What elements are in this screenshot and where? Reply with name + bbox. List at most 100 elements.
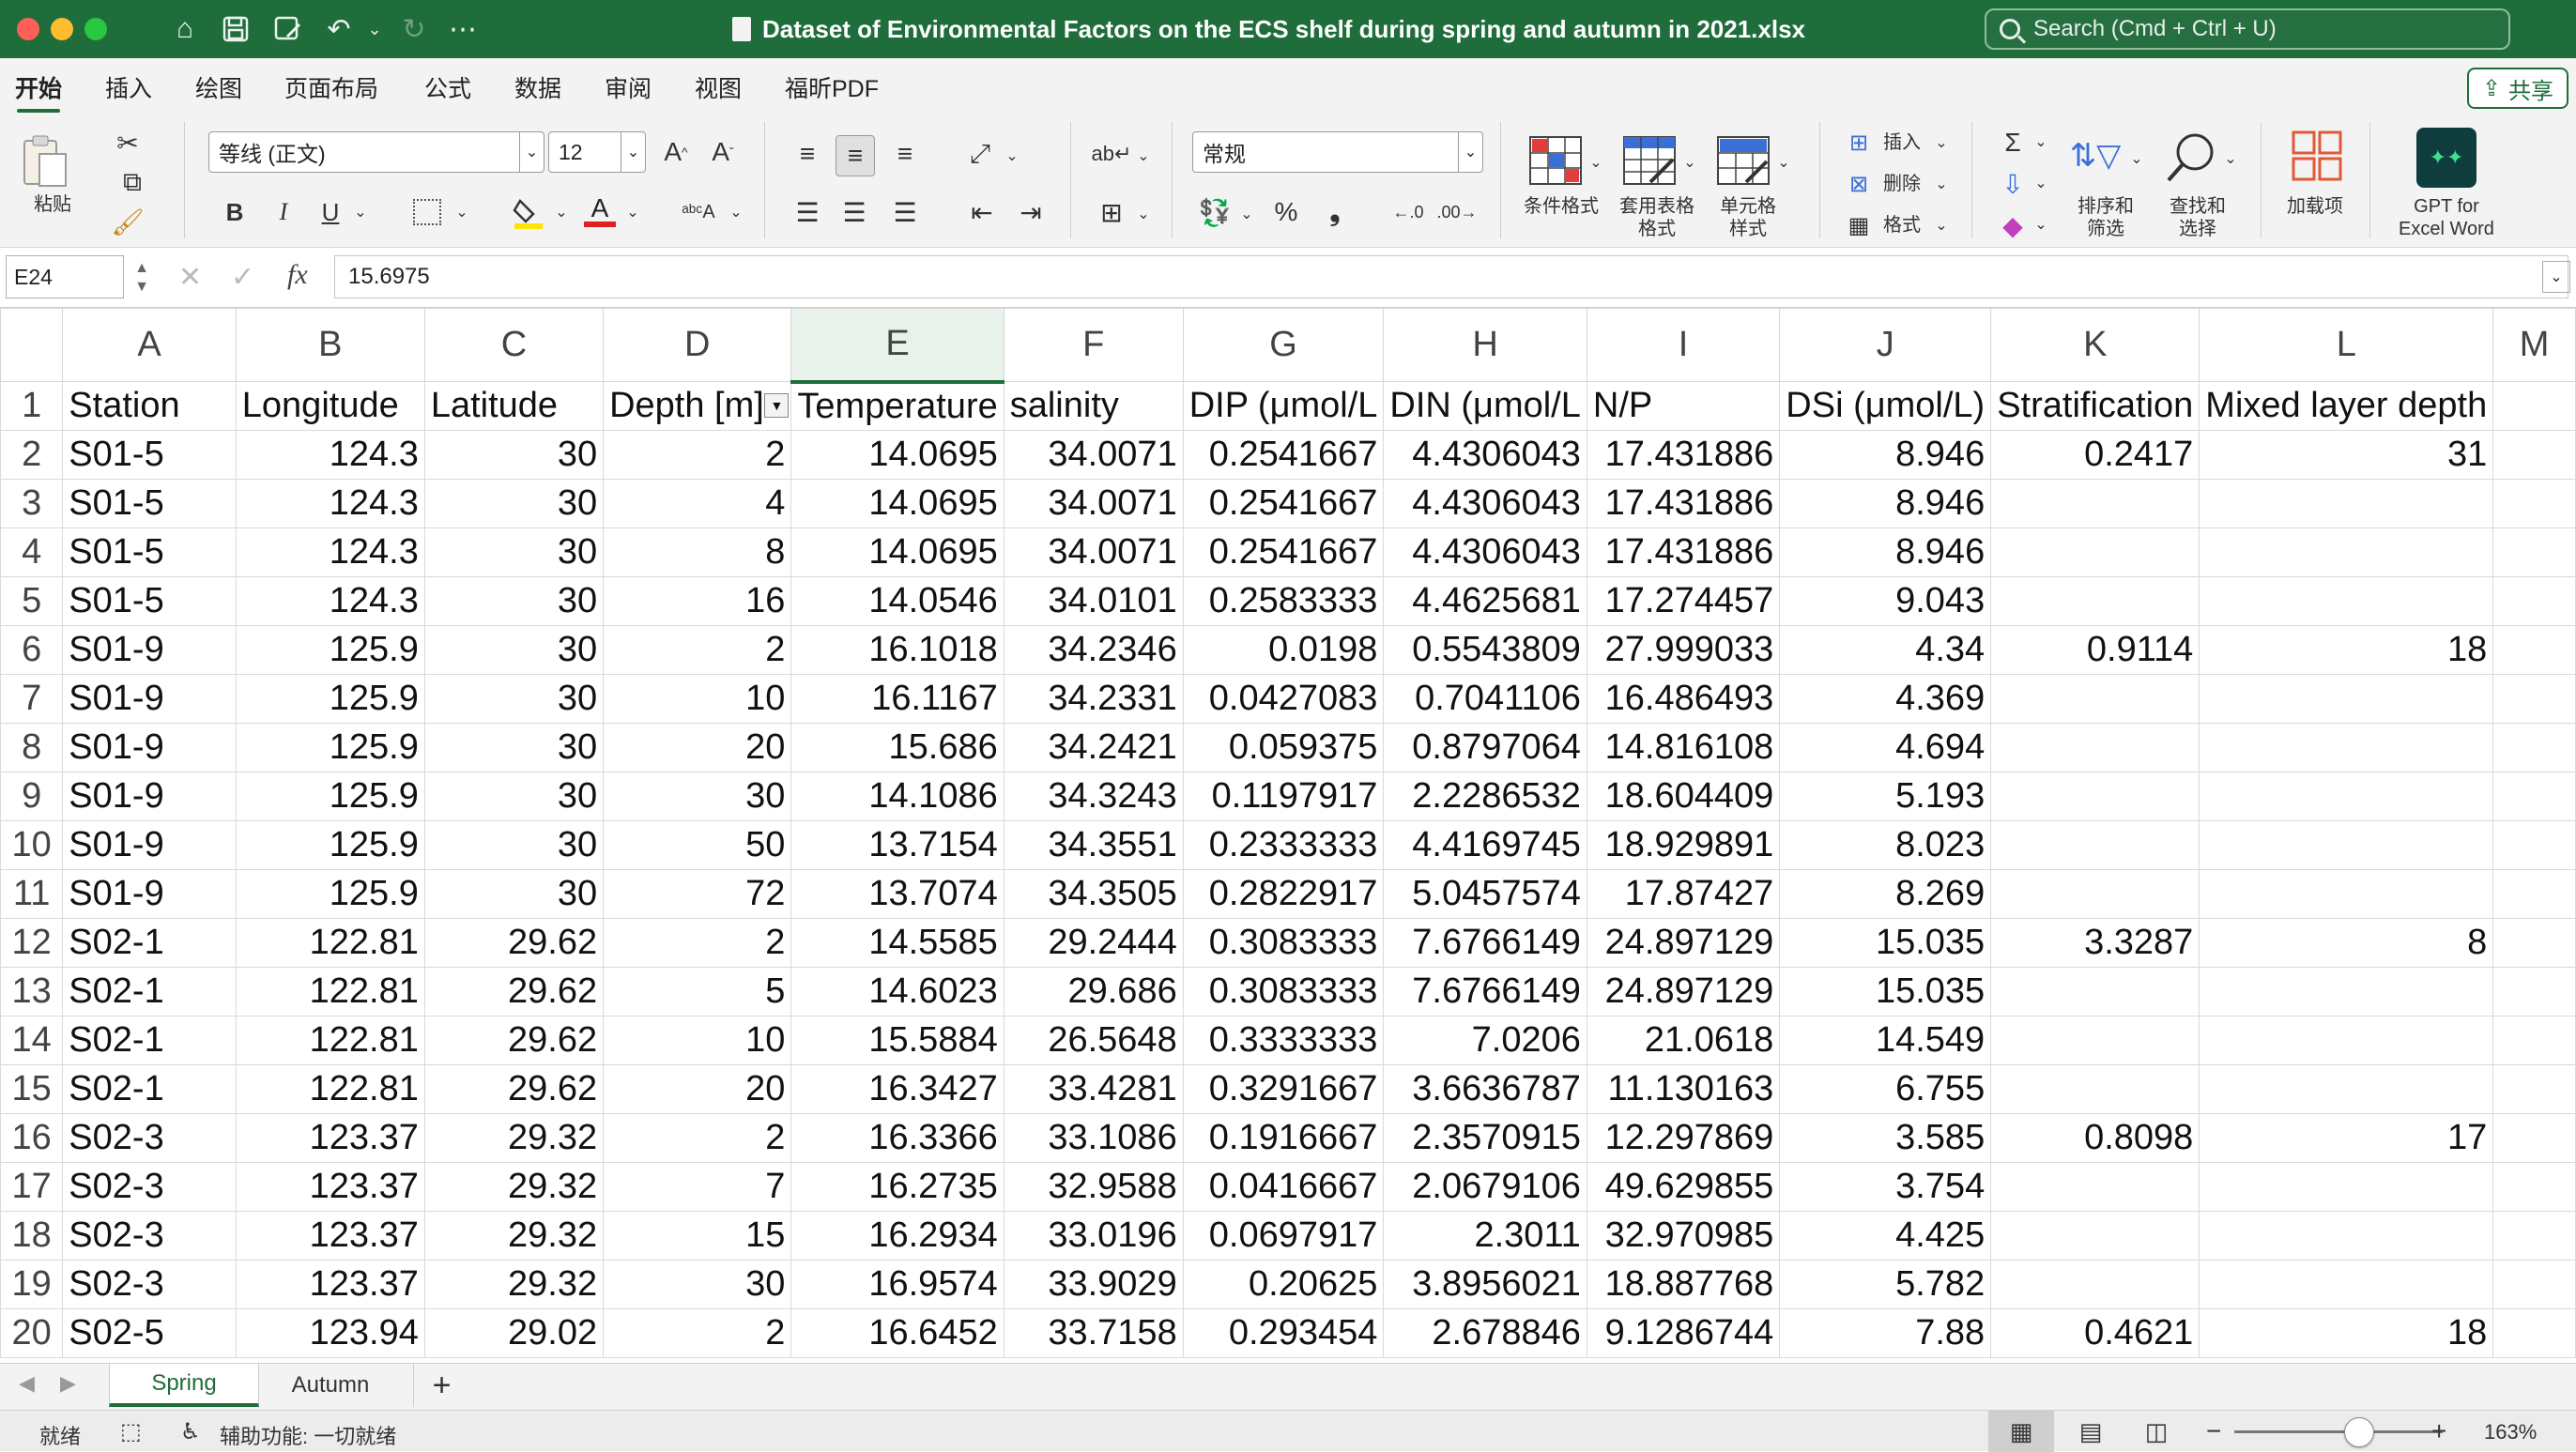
- cell-h9[interactable]: 2.2286532: [1383, 772, 1587, 821]
- cell-i8[interactable]: 14.816108: [1586, 723, 1781, 772]
- column-header-i[interactable]: I: [1586, 308, 1781, 382]
- phonetic-icon[interactable]: ᵃᵇᶜA: [678, 193, 719, 231]
- cell-f3[interactable]: 34.0071: [1003, 479, 1184, 528]
- chevron-down-icon[interactable]: ⌄: [1132, 137, 1155, 175]
- cell-l9[interactable]: [2199, 772, 2494, 821]
- cell-j10[interactable]: 8.023: [1779, 820, 1992, 870]
- cell-g12[interactable]: 0.3083333: [1182, 918, 1385, 968]
- cell-h11[interactable]: 5.0457574: [1383, 869, 1587, 919]
- cell-e18[interactable]: 16.2934: [790, 1211, 1004, 1261]
- cell-b12[interactable]: 122.81: [235, 918, 425, 968]
- cell-i15[interactable]: 11.130163: [1586, 1064, 1781, 1114]
- cell-m19[interactable]: [2492, 1260, 2576, 1309]
- cell-f5[interactable]: 34.0101: [1003, 576, 1184, 626]
- text-orientation-icon[interactable]: ⤢: [961, 135, 999, 173]
- normal-view-button[interactable]: ▦: [1988, 1411, 2054, 1452]
- cell-c11[interactable]: 30: [423, 869, 605, 919]
- cell-g3[interactable]: 0.2541667: [1182, 479, 1385, 528]
- cell-l3[interactable]: [2199, 479, 2494, 528]
- cell-l19[interactable]: [2199, 1260, 2494, 1309]
- row-header[interactable]: 6: [0, 625, 64, 675]
- cell-b17[interactable]: 123.37: [235, 1162, 425, 1212]
- cell-b1[interactable]: Longitude: [235, 381, 425, 431]
- cell-k9[interactable]: [1990, 772, 2200, 821]
- cell-g1[interactable]: DIP (μmol/L: [1182, 381, 1385, 431]
- cell-j17[interactable]: 3.754: [1779, 1162, 1992, 1212]
- accessibility-status[interactable]: 辅助功能: 一切就绪: [220, 1420, 396, 1450]
- clear-icon[interactable]: ◆: [1994, 208, 2032, 242]
- chevron-down-icon[interactable]: ⌄: [1587, 148, 1605, 176]
- cell-styles-icon[interactable]: [1716, 135, 1771, 186]
- cell-m12[interactable]: [2492, 918, 2576, 968]
- cell-g13[interactable]: 0.3083333: [1182, 967, 1385, 1016]
- macro-record-icon[interactable]: ⬚: [120, 1418, 142, 1445]
- cell-k4[interactable]: [1990, 527, 2200, 577]
- gpt-addin-icon[interactable]: ✦✦: [2416, 128, 2476, 188]
- cell-e8[interactable]: 15.686: [790, 723, 1004, 772]
- chevron-down-icon[interactable]: ⌄: [2032, 169, 2050, 197]
- cell-e19[interactable]: 16.9574: [790, 1260, 1004, 1309]
- cell-i14[interactable]: 21.0618: [1586, 1016, 1781, 1065]
- undo-icon[interactable]: ↶: [319, 9, 359, 49]
- zoom-in-button[interactable]: +: [2431, 1416, 2446, 1446]
- cell-k13[interactable]: [1990, 967, 2200, 1016]
- cell-g7[interactable]: 0.0427083: [1182, 674, 1385, 724]
- sheet-tab-autumn[interactable]: Autumn: [259, 1364, 402, 1407]
- undo-dropdown-icon[interactable]: ⌄: [355, 9, 394, 49]
- cell-f12[interactable]: 29.2444: [1003, 918, 1184, 968]
- accessibility-icon[interactable]: ♿: [180, 1418, 201, 1445]
- cell-h16[interactable]: 2.3570915: [1383, 1113, 1587, 1163]
- row-header[interactable]: 17: [0, 1162, 64, 1212]
- cell-a12[interactable]: S02-1: [62, 918, 237, 968]
- tab-insert[interactable]: 插入: [105, 69, 152, 105]
- chevron-down-icon[interactable]: ⌄: [1132, 195, 1155, 233]
- format-as-table-icon[interactable]: [1622, 135, 1677, 186]
- cell-e2[interactable]: 14.0695: [790, 430, 1004, 480]
- zoom-level[interactable]: 163%: [2484, 1420, 2537, 1444]
- cell-i13[interactable]: 24.897129: [1586, 967, 1781, 1016]
- cell-l18[interactable]: [2199, 1211, 2494, 1261]
- cell-a13[interactable]: S02-1: [62, 967, 237, 1016]
- add-sheet-button[interactable]: +: [413, 1364, 469, 1407]
- cell-a15[interactable]: S02-1: [62, 1064, 237, 1114]
- cell-c16[interactable]: 29.32: [423, 1113, 605, 1163]
- cell-l6[interactable]: 18: [2199, 625, 2494, 675]
- cell-g19[interactable]: 0.20625: [1182, 1260, 1385, 1309]
- column-header-f[interactable]: F: [1003, 308, 1184, 382]
- cell-j14[interactable]: 14.549: [1779, 1016, 1992, 1065]
- conditional-format-icon[interactable]: [1528, 135, 1583, 186]
- cell-b7[interactable]: 125.9: [235, 674, 425, 724]
- cell-a8[interactable]: S01-9: [62, 723, 237, 772]
- cell-j1[interactable]: DSi (μmol/L): [1779, 381, 1992, 431]
- cell-e4[interactable]: 14.0695: [790, 527, 1004, 577]
- number-format-select[interactable]: 常规 ⌄: [1192, 131, 1483, 173]
- cell-h12[interactable]: 7.6766149: [1383, 918, 1587, 968]
- cell-e1[interactable]: Temperature: [790, 381, 1004, 431]
- align-center-icon[interactable]: ☰: [836, 193, 873, 231]
- cell-g5[interactable]: 0.2583333: [1182, 576, 1385, 626]
- row-header[interactable]: 4: [0, 527, 64, 577]
- cell-d20[interactable]: 2: [603, 1308, 792, 1358]
- cell-d1[interactable]: Depth [m] ▼: [603, 381, 792, 431]
- zoom-window-button[interactable]: [84, 18, 107, 40]
- cell-m2[interactable]: [2492, 430, 2576, 480]
- cell-h3[interactable]: 4.4306043: [1383, 479, 1587, 528]
- column-header-d[interactable]: D: [603, 308, 792, 382]
- cell-j2[interactable]: 8.946: [1779, 430, 1992, 480]
- cell-d18[interactable]: 15: [603, 1211, 792, 1261]
- cell-k5[interactable]: [1990, 576, 2200, 626]
- align-left-icon[interactable]: ☰: [789, 193, 826, 231]
- cell-b4[interactable]: 124.3: [235, 527, 425, 577]
- cell-b3[interactable]: 124.3: [235, 479, 425, 528]
- cell-j16[interactable]: 3.585: [1779, 1113, 1992, 1163]
- fill-color-icon[interactable]: [513, 195, 544, 229]
- search-input[interactable]: Search (Cmd + Ctrl + U): [1985, 8, 2510, 50]
- cell-m11[interactable]: [2492, 869, 2576, 919]
- font-size-select[interactable]: 12 ⌄: [548, 131, 646, 173]
- cell-k15[interactable]: [1990, 1064, 2200, 1114]
- chevron-down-icon[interactable]: ⌄: [621, 193, 644, 231]
- cell-b10[interactable]: 125.9: [235, 820, 425, 870]
- row-header[interactable]: 12: [0, 918, 64, 968]
- cell-a6[interactable]: S01-9: [62, 625, 237, 675]
- cell-k14[interactable]: [1990, 1016, 2200, 1065]
